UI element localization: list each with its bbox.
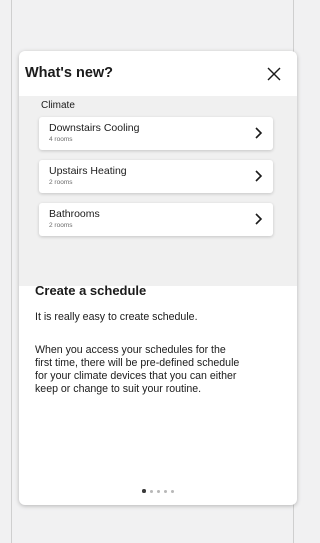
page-dot-4[interactable]: [163, 489, 167, 493]
room-name: Downstairs Cooling: [49, 122, 140, 134]
room-item-downstairs-cooling[interactable]: Downstairs Cooling 4 rooms: [39, 117, 273, 150]
room-detail: 2 rooms: [49, 222, 73, 229]
content-intro: It is really easy to create schedule.: [35, 311, 198, 323]
room-item-upstairs-heating[interactable]: Upstairs Heating 2 rooms: [39, 160, 273, 193]
feature-preview: Climate Downstairs Cooling 4 rooms Upsta…: [19, 96, 297, 286]
chevron-right-icon: [255, 170, 263, 182]
page-dot-5[interactable]: [170, 489, 174, 493]
content-heading: Create a schedule: [35, 283, 147, 298]
room-detail: 4 rooms: [49, 136, 73, 143]
content-body-line: When you access your schedules for the: [35, 344, 226, 356]
dialog-header: What's new?: [19, 51, 297, 96]
room-detail: 2 rooms: [49, 179, 73, 186]
chevron-right-icon: [255, 127, 263, 139]
page-dot-1[interactable]: [142, 489, 146, 493]
whats-new-dialog: What's new? Climate Downstairs Cooling 4…: [19, 51, 297, 505]
content-body-line: for your climate devices that you can ei…: [35, 370, 237, 382]
page-indicator: [19, 489, 297, 493]
content-body-line: first time, there will be pre-defined sc…: [35, 357, 240, 369]
room-name: Bathrooms: [49, 208, 100, 220]
preview-section-label: Climate: [41, 100, 75, 111]
room-name: Upstairs Heating: [49, 165, 127, 177]
dialog-title: What's new?: [25, 65, 114, 81]
page-dot-2[interactable]: [149, 489, 153, 493]
room-item-bathrooms[interactable]: Bathrooms 2 rooms: [39, 203, 273, 236]
content-body-line: keep or change to suit your routine.: [35, 383, 202, 395]
close-icon: [267, 67, 281, 81]
page-dot-3[interactable]: [156, 489, 160, 493]
close-button[interactable]: [265, 65, 283, 83]
chevron-right-icon: [255, 213, 263, 225]
